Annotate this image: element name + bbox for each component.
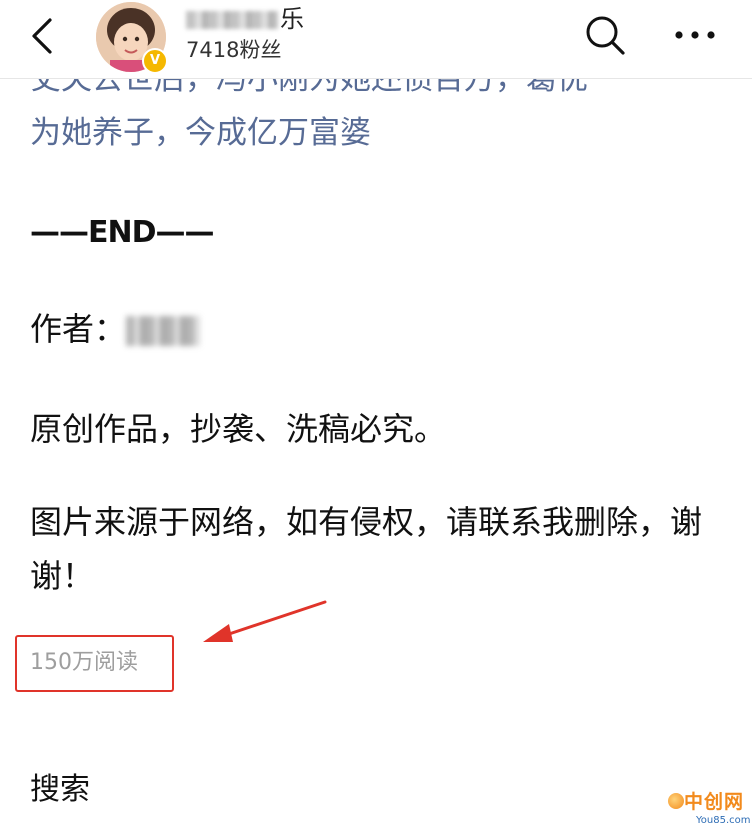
back-button[interactable] [22,12,66,60]
account-name-visible: 乐 [280,5,304,33]
verified-badge-icon: V [142,48,168,74]
original-notice: 原创作品，抄袭、洗稿必究。 [30,410,447,448]
follower-count: 7418粉丝 [186,38,282,62]
search-icon [586,16,625,55]
annotation-arrow-icon [203,600,327,642]
search-link[interactable]: 搜索 [30,768,90,812]
author-name-blurred [126,316,201,346]
account-name-blurred [186,11,278,29]
image-source-notice: 图片来源于网络，如有侵权，请联系我删除，谢谢！ [30,503,703,595]
related-link-line-2: 为她养子，今成亿万富婆 [30,115,371,151]
site-watermark: 中创网 You85.com [668,790,751,834]
end-marker: ——END—— [30,215,215,250]
account-name[interactable]: 乐 [186,4,304,34]
chevron-left-icon [32,18,52,54]
top-bar: V 乐 7418粉丝 [0,0,752,79]
author-line: 作者： [30,302,730,356]
read-count: 150万阅读 [30,650,138,675]
more-button[interactable] [670,18,720,52]
search-button[interactable] [582,12,628,58]
watermark-sub-text: You85.com [696,815,751,826]
author-label: 作者： [30,310,127,348]
watermark-logo-icon [668,793,684,809]
avatar[interactable]: V [96,2,168,74]
more-icon [675,31,715,39]
watermark-main-text: 中创网 [684,791,745,813]
